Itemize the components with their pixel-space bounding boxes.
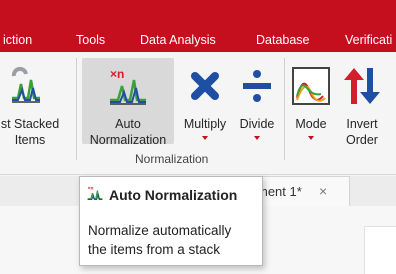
menu-item-database[interactable]: Database: [256, 33, 310, 47]
invert-order-icon: [344, 68, 380, 104]
mode-chart-icon: [292, 67, 330, 105]
multiply-button[interactable]: Multiply: [178, 58, 232, 144]
tooltip-body-line-2: the items from a stack: [88, 242, 221, 257]
menu-item-verification[interactable]: Verificati: [345, 33, 392, 47]
page-preview: [364, 226, 396, 274]
auto-normalization-button[interactable]: ×n Auto Normalization: [82, 58, 174, 147]
ribbon-separator: [284, 58, 285, 160]
mode-label: Mode: [295, 117, 327, 131]
mode-button[interactable]: Mode: [288, 58, 334, 144]
divide-icon: [243, 70, 271, 102]
auto-normalization-label-2: Normalization: [89, 133, 167, 147]
menu-bar: iction Tools Data Analysis Database Veri…: [0, 0, 396, 52]
divide-dropdown-icon[interactable]: [254, 136, 260, 140]
invert-order-label-2: Order: [346, 133, 378, 147]
auto-normalization-icon: ×n: [110, 67, 146, 105]
svg-text:×n: ×n: [88, 186, 94, 192]
menu-item-tools[interactable]: Tools: [76, 33, 105, 47]
menu-item-iction[interactable]: iction: [3, 33, 32, 47]
divide-button[interactable]: Divide: [234, 58, 280, 144]
multiply-label: Multiply: [183, 117, 227, 131]
document-tab-title: ment 1*: [257, 184, 302, 199]
stacked-items-button[interactable]: st Stacked Items: [0, 58, 70, 147]
tooltip-body: Normalize automatically the items from a…: [88, 221, 231, 259]
multiply-dropdown-icon[interactable]: [202, 136, 208, 140]
menu-item-data-analysis[interactable]: Data Analysis: [140, 33, 216, 47]
stacked-items-label-2: Items: [14, 133, 46, 147]
divide-label: Divide: [239, 117, 275, 131]
stacked-items-label-1: st Stacked: [0, 117, 60, 131]
mode-dropdown-icon[interactable]: [308, 136, 314, 140]
close-tab-icon[interactable]: ×: [319, 183, 327, 199]
multiply-icon: [191, 72, 219, 100]
tooltip-body-line-1: Normalize automatically: [88, 223, 232, 238]
app-window: iction Tools Data Analysis Database Veri…: [0, 0, 396, 274]
normalization-group-label: Normalization: [135, 152, 209, 166]
svg-text:×n: ×n: [110, 67, 124, 81]
ribbon-separator: [76, 58, 77, 160]
auto-normalization-icon: ×n: [88, 186, 103, 201]
invert-order-button[interactable]: Invert Order: [336, 58, 388, 147]
invert-order-label-1: Invert: [346, 117, 378, 131]
tooltip-title: Auto Normalization: [109, 187, 238, 203]
stacked-chart-icon: [11, 66, 40, 103]
ribbon: st Stacked Items ×n Auto Normalization M…: [0, 52, 396, 175]
auto-normalization-label-1: Auto: [115, 117, 141, 131]
auto-normalization-tooltip: ×n Auto Normalization Normalize automati…: [79, 176, 263, 266]
